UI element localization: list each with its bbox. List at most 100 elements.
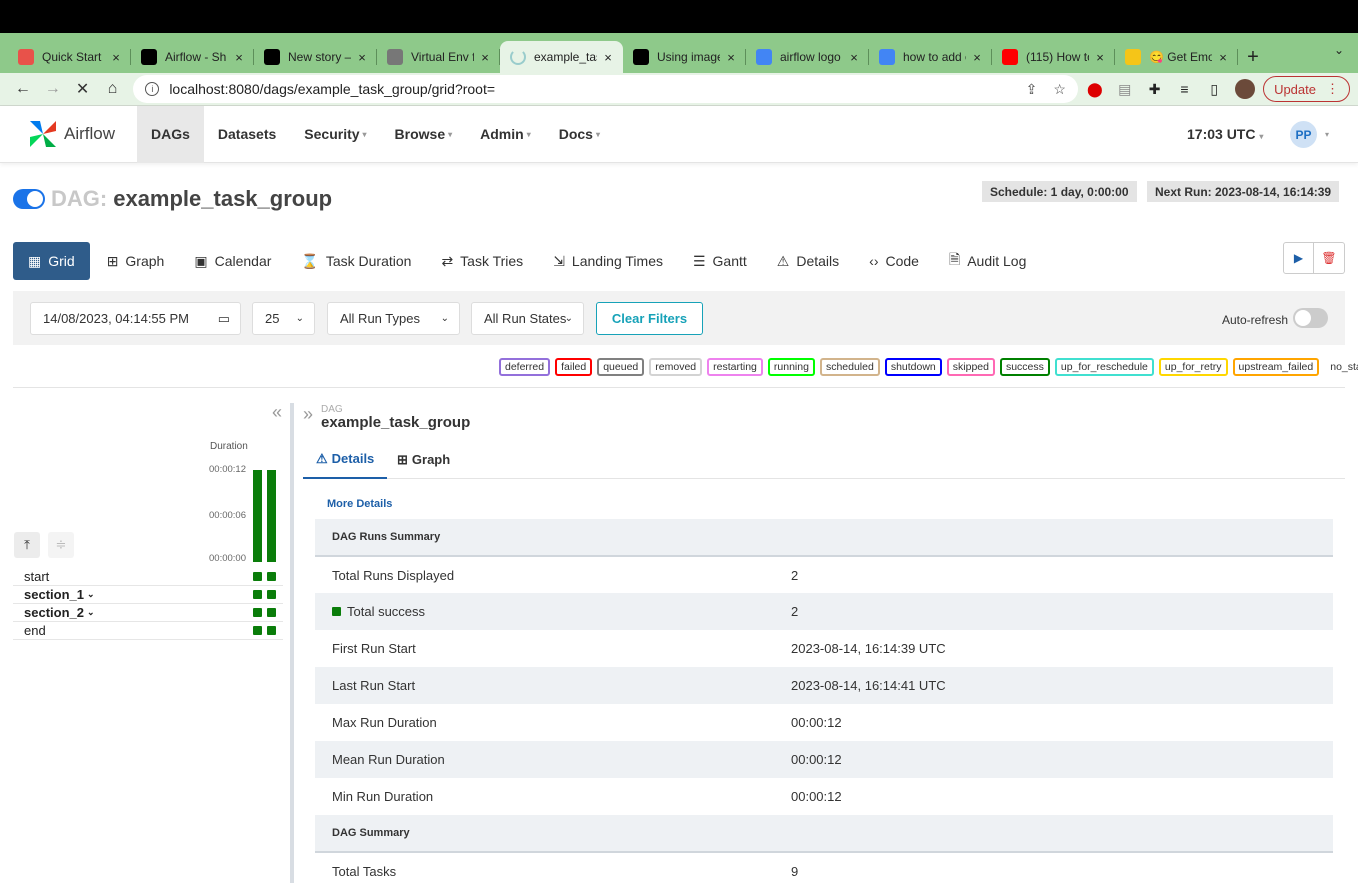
close-tab-icon[interactable]: ×	[478, 50, 492, 65]
close-tab-icon[interactable]: ×	[724, 50, 738, 65]
forward-arrow-icon[interactable]: →	[38, 80, 68, 98]
close-tab-icon[interactable]: ×	[1093, 50, 1107, 65]
url-omnibox[interactable]: i localhost:8080/dags/example_task_group…	[133, 75, 1078, 103]
task-row[interactable]: section_2 ⌄	[13, 604, 283, 622]
browser-tab[interactable]: Virtual Env f ×	[377, 41, 500, 73]
browser-tab[interactable]: airflow logo ×	[746, 41, 869, 73]
reading-list-icon[interactable]: ≡	[1171, 81, 1197, 97]
more-details-link[interactable]: More Details	[327, 498, 392, 510]
browser-tab[interactable]: example_tas ×	[500, 41, 623, 73]
close-tab-icon[interactable]: ×	[1216, 50, 1230, 65]
legend-deferred[interactable]: deferred	[499, 358, 551, 376]
view-tab-grid[interactable]: ▦ Grid	[13, 242, 90, 280]
close-tab-icon[interactable]: ×	[355, 50, 369, 65]
chevron-down-icon[interactable]: ⌄	[87, 607, 95, 618]
legend-running[interactable]: running	[767, 358, 815, 376]
breadcrumb-dag-name[interactable]: example_task_group	[321, 414, 470, 431]
browser-tab[interactable]: 😋 Get Emoj ×	[1115, 41, 1238, 73]
legend-scheduled[interactable]: scheduled	[819, 358, 880, 376]
legend-skipped[interactable]: skipped	[946, 358, 995, 376]
view-tab-code[interactable]: ‹› Code	[869, 253, 919, 269]
task-instance-success-cell[interactable]	[267, 608, 276, 617]
view-tab-task-tries[interactable]: ⇄ Task Tries	[441, 253, 523, 270]
browser-tab[interactable]: how to add c ×	[869, 41, 992, 73]
new-tab-button[interactable]: +	[1238, 41, 1268, 73]
view-tab-task-duration[interactable]: ⌛ Task Duration	[301, 253, 411, 270]
nav-item-docs[interactable]: Docs ▾	[545, 106, 614, 163]
collapse-grid-icon[interactable]: «	[272, 402, 282, 423]
home-icon[interactable]: ⌂	[97, 80, 127, 98]
extension-icon[interactable]: ▤	[1112, 81, 1138, 98]
utc-clock[interactable]: 17:03 UTC ▾	[1187, 126, 1263, 142]
legend-no_status[interactable]: no_status	[1324, 358, 1358, 376]
task-instance-success-cell[interactable]	[267, 626, 276, 635]
expand-details-icon[interactable]: »	[303, 404, 313, 425]
clear-filters-button[interactable]: Clear Filters	[596, 302, 703, 335]
close-tab-icon[interactable]: ×	[232, 50, 246, 65]
task-row[interactable]: start	[13, 568, 283, 586]
tab-graph[interactable]: ⊞ Graph	[397, 440, 450, 479]
tab-search-chevron-icon[interactable]: ⌄	[1334, 43, 1344, 57]
dag-pause-toggle[interactable]	[13, 189, 45, 209]
calendar-picker-icon[interactable]: ▭	[218, 311, 230, 327]
view-tab-landing-times[interactable]: ⇲ Landing Times	[553, 253, 663, 270]
task-instance-success-cell[interactable]	[253, 572, 262, 581]
trigger-dag-play-icon[interactable]: ▶	[1283, 242, 1314, 274]
user-menu[interactable]: PP ▾	[1290, 121, 1329, 148]
task-instance-success-cell[interactable]	[253, 626, 262, 635]
view-tab-graph[interactable]: ⊞ Graph	[107, 253, 165, 270]
view-tab-gantt[interactable]: ☰ Gantt	[693, 253, 747, 270]
puzzle-extensions-icon[interactable]: ✚	[1142, 81, 1168, 98]
legend-restarting[interactable]: restarting	[707, 358, 763, 376]
chevron-down-icon[interactable]: ⌄	[87, 589, 95, 600]
view-tab-details[interactable]: ⚠ Details	[777, 253, 839, 270]
stop-loading-icon[interactable]: ✕	[68, 79, 98, 99]
close-tab-icon[interactable]: ×	[109, 50, 123, 65]
task-instance-success-cell[interactable]	[267, 590, 276, 599]
legend-upstream_failed[interactable]: upstream_failed	[1232, 358, 1320, 376]
update-button[interactable]: Update ⋮	[1263, 76, 1350, 102]
nav-item-datasets[interactable]: Datasets	[204, 106, 290, 163]
close-tab-icon[interactable]: ×	[601, 50, 615, 65]
task-row[interactable]: end	[13, 622, 283, 640]
legend-removed[interactable]: removed	[649, 358, 703, 376]
legend-failed[interactable]: failed	[555, 358, 593, 376]
collapse-all-icon[interactable]: ≑	[48, 532, 74, 558]
run-state-select[interactable]: All Run States ⌄	[471, 302, 584, 335]
opera-extension-icon[interactable]: ⬤	[1082, 81, 1108, 98]
nav-item-admin[interactable]: Admin ▾	[466, 106, 545, 163]
task-instance-success-cell[interactable]	[267, 572, 276, 581]
browser-tab[interactable]: New story – ×	[254, 41, 377, 73]
dag-run-duration-bar[interactable]	[267, 470, 276, 562]
legend-queued[interactable]: queued	[597, 358, 645, 376]
airflow-brand[interactable]: Airflow	[0, 117, 137, 151]
auto-refresh-toggle[interactable]	[1293, 308, 1328, 328]
browser-tab[interactable]: Quick Start ×	[8, 41, 131, 73]
profile-avatar[interactable]	[1235, 79, 1256, 99]
legend-up_for_reschedule[interactable]: up_for_reschedule	[1054, 358, 1154, 376]
nav-item-browse[interactable]: Browse ▾	[381, 106, 467, 163]
legend-up_for_retry[interactable]: up_for_retry	[1158, 358, 1228, 376]
num-runs-select[interactable]: 25 ⌄	[252, 302, 315, 335]
view-tab-audit-log[interactable]: 🗎 Audit Log	[949, 249, 1026, 273]
task-instance-success-cell[interactable]	[253, 590, 262, 599]
back-arrow-icon[interactable]: ←	[8, 80, 38, 98]
legend-shutdown[interactable]: shutdown	[884, 358, 942, 376]
browser-tab[interactable]: Using image ×	[623, 41, 746, 73]
delete-dag-trash-icon[interactable]: 🗑	[1314, 242, 1345, 274]
nav-item-dags[interactable]: DAGs	[137, 105, 204, 163]
share-icon[interactable]: ⇪	[1026, 81, 1038, 98]
browser-tab[interactable]: Airflow - Sh ×	[131, 41, 254, 73]
pane-resize-handle[interactable]	[290, 403, 294, 883]
expand-all-icon[interactable]: ⤒	[14, 532, 40, 558]
view-tab-calendar[interactable]: ▣ Calendar	[194, 253, 271, 270]
dag-run-duration-bar[interactable]	[253, 470, 262, 562]
bookmark-star-icon[interactable]: ☆	[1053, 81, 1066, 98]
run-type-select[interactable]: All Run Types ⌄	[327, 302, 460, 335]
close-tab-icon[interactable]: ×	[847, 50, 861, 65]
legend-success[interactable]: success	[999, 358, 1050, 376]
close-tab-icon[interactable]: ×	[970, 50, 984, 65]
site-info-icon[interactable]: i	[145, 82, 160, 96]
task-instance-success-cell[interactable]	[253, 608, 262, 617]
task-row[interactable]: section_1 ⌄	[13, 586, 283, 604]
